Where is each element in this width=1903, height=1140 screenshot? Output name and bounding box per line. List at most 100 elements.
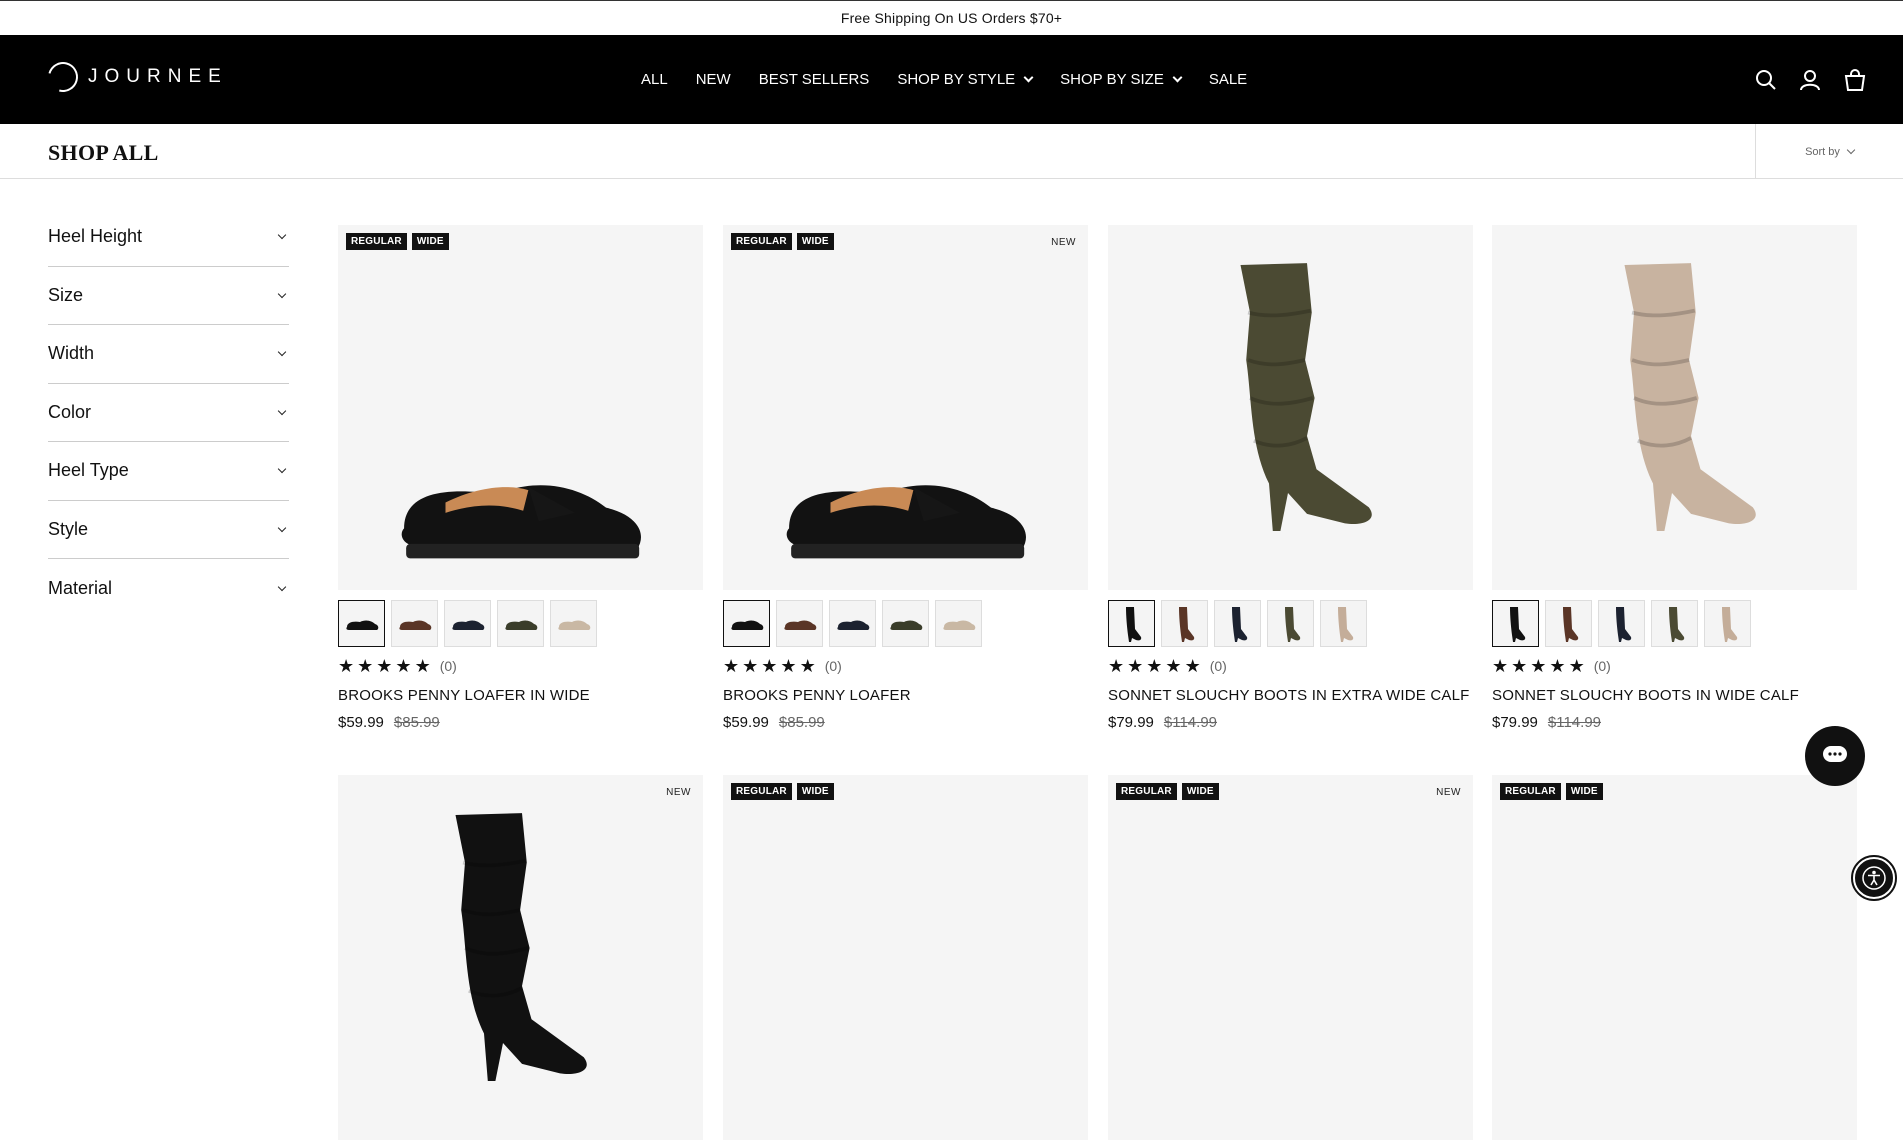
account-icon[interactable] bbox=[1799, 69, 1821, 91]
badge-wide: WIDE bbox=[796, 233, 834, 250]
badge-regular: REGULAR bbox=[1500, 783, 1561, 800]
nav-item-label: SALE bbox=[1208, 71, 1248, 88]
star-icon: ★ bbox=[723, 656, 740, 676]
color-swatch[interactable] bbox=[882, 600, 929, 647]
product-name[interactable]: SONNET SLOUCHY BOOTS IN WIDE CALF bbox=[1492, 687, 1857, 704]
new-tag: NEW bbox=[1051, 237, 1076, 248]
color-swatch[interactable] bbox=[1598, 600, 1645, 647]
width-badges: REGULAR WIDE bbox=[346, 233, 449, 250]
filter-heel-type[interactable]: Heel Type bbox=[48, 442, 289, 501]
nav-item-label: ALL bbox=[641, 71, 668, 88]
brand-logo[interactable]: JOURNEE bbox=[42, 56, 228, 98]
product-image[interactable]: REGULAR WIDE bbox=[1492, 775, 1857, 1140]
product-image[interactable] bbox=[1108, 225, 1473, 590]
accessibility-button[interactable] bbox=[1851, 855, 1897, 901]
width-badges: REGULAR WIDE bbox=[731, 783, 834, 800]
product-card[interactable]: REGULAR WIDE bbox=[723, 775, 1088, 1140]
cart-icon[interactable] bbox=[1843, 68, 1867, 91]
color-swatch[interactable] bbox=[1545, 600, 1592, 647]
badge-wide: WIDE bbox=[411, 233, 449, 250]
color-swatch[interactable] bbox=[1161, 600, 1208, 647]
nav-item-shop-by-style[interactable]: SHOP BY STYLE bbox=[897, 71, 1034, 88]
header-actions bbox=[1755, 35, 1867, 124]
filter-size[interactable]: Size bbox=[48, 267, 289, 325]
product-name[interactable]: BROOKS PENNY LOAFER bbox=[723, 687, 1088, 704]
color-swatch[interactable] bbox=[1267, 600, 1314, 647]
nav-item-label: BEST SELLERS bbox=[758, 71, 870, 88]
filter-style[interactable]: Style bbox=[48, 501, 289, 559]
filter-heel-height[interactable]: Heel Height bbox=[48, 208, 289, 267]
filter-color[interactable]: Color bbox=[48, 384, 289, 442]
product-image[interactable]: REGULAR WIDE NEW bbox=[1108, 775, 1473, 1140]
color-swatch[interactable] bbox=[1320, 600, 1367, 647]
logo-mark-icon bbox=[42, 56, 84, 98]
star-icon: ★ bbox=[357, 656, 374, 676]
product-card[interactable]: ★ ★ ★ ★ ★ (0) SONNET SLOUCHY BOOTS IN EXTRA WI… bbox=[1108, 225, 1473, 731]
compare-price: $85.99 bbox=[393, 714, 440, 731]
color-swatch[interactable] bbox=[1704, 600, 1751, 647]
color-swatch[interactable] bbox=[391, 600, 438, 647]
chevron-down-icon bbox=[277, 289, 287, 298]
color-swatch[interactable] bbox=[338, 600, 385, 647]
star-rating[interactable]: ★ ★ ★ ★ ★ (0) bbox=[1492, 657, 1857, 675]
sale-price: $79.99 bbox=[1492, 714, 1538, 731]
product-card[interactable]: NEW bbox=[338, 775, 703, 1140]
product-card[interactable]: REGULAR WIDE bbox=[1492, 775, 1857, 1140]
sale-price: $79.99 bbox=[1108, 714, 1154, 731]
color-swatch[interactable] bbox=[444, 600, 491, 647]
nav-item-new[interactable]: NEW bbox=[696, 71, 731, 88]
star-rating[interactable]: ★ ★ ★ ★ ★ (0) bbox=[338, 657, 703, 675]
nav-item-label: SHOP BY STYLE bbox=[897, 71, 1016, 88]
product-card[interactable]: REGULAR WIDE NEW ★ ★ ★ ★ ★ (0) BROOKS PENNY LOAF… bbox=[723, 225, 1088, 731]
sort-dropdown[interactable]: Sort by bbox=[1755, 124, 1903, 179]
color-swatch[interactable] bbox=[497, 600, 544, 647]
product-card[interactable]: REGULAR WIDE ★ ★ ★ ★ ★ (0) BROOKS PENNY LOAFER … bbox=[338, 225, 703, 731]
star-icon: ★ bbox=[376, 656, 393, 676]
color-swatches bbox=[338, 600, 703, 647]
product-card[interactable]: ★ ★ ★ ★ ★ (0) SONNET SLOUCHY BOOTS IN WIDE CAL… bbox=[1492, 225, 1857, 731]
product-card[interactable]: REGULAR WIDE NEW bbox=[1108, 775, 1473, 1140]
color-swatch[interactable] bbox=[776, 600, 823, 647]
star-icon: ★ bbox=[780, 656, 797, 676]
main-nav: ALL NEW BEST SELLERS SHOP BY STYLE SHOP BY S… bbox=[641, 35, 1275, 124]
color-swatch[interactable] bbox=[550, 600, 597, 647]
star-icon: ★ bbox=[742, 656, 759, 676]
filter-material[interactable]: Material bbox=[48, 559, 289, 618]
product-image[interactable] bbox=[1492, 225, 1857, 590]
star-icon: ★ bbox=[1165, 656, 1182, 676]
filter-label: Heel Type bbox=[48, 460, 129, 481]
chevron-down-icon bbox=[1023, 72, 1034, 83]
badge-regular: REGULAR bbox=[731, 233, 792, 250]
product-name[interactable]: SONNET SLOUCHY BOOTS IN EXTRA WIDE CALF bbox=[1108, 687, 1473, 704]
product-image[interactable]: REGULAR WIDE NEW bbox=[723, 225, 1088, 590]
color-swatch[interactable] bbox=[1214, 600, 1261, 647]
color-swatch[interactable] bbox=[829, 600, 876, 647]
chevron-down-icon bbox=[277, 231, 287, 240]
product-image[interactable]: NEW bbox=[338, 775, 703, 1140]
color-swatch[interactable] bbox=[723, 600, 770, 647]
product-image[interactable]: REGULAR WIDE bbox=[723, 775, 1088, 1140]
star-rating[interactable]: ★ ★ ★ ★ ★ (0) bbox=[723, 657, 1088, 675]
color-swatch[interactable] bbox=[1651, 600, 1698, 647]
chevron-down-icon bbox=[277, 582, 287, 591]
site-header: JOURNEE ALL NEW BEST SELLERS SHOP BY STYLE S… bbox=[0, 35, 1903, 124]
compare-price: $114.99 bbox=[1547, 714, 1601, 731]
star-rating[interactable]: ★ ★ ★ ★ ★ (0) bbox=[1108, 657, 1473, 675]
nav-item-best-sellers[interactable]: BEST SELLERS bbox=[759, 71, 870, 88]
filter-label: Width bbox=[48, 343, 95, 364]
color-swatch[interactable] bbox=[1492, 600, 1539, 647]
product-name[interactable]: BROOKS PENNY LOAFER IN WIDE bbox=[338, 687, 703, 704]
chevron-down-icon bbox=[1846, 145, 1856, 155]
product-price: $59.99 $85.99 bbox=[338, 714, 703, 731]
star-icon: ★ bbox=[1184, 656, 1201, 676]
product-image[interactable]: REGULAR WIDE bbox=[338, 225, 703, 590]
search-icon[interactable] bbox=[1755, 69, 1777, 91]
color-swatch[interactable] bbox=[935, 600, 982, 647]
filter-label: Color bbox=[48, 401, 92, 422]
nav-item-all[interactable]: ALL bbox=[641, 71, 668, 88]
nav-item-shop-by-size[interactable]: SHOP BY SIZE bbox=[1060, 71, 1183, 88]
chat-button[interactable] bbox=[1805, 726, 1865, 786]
filter-width[interactable]: Width bbox=[48, 325, 289, 384]
nav-item-sale[interactable]: SALE bbox=[1209, 71, 1247, 88]
color-swatch[interactable] bbox=[1108, 600, 1155, 647]
